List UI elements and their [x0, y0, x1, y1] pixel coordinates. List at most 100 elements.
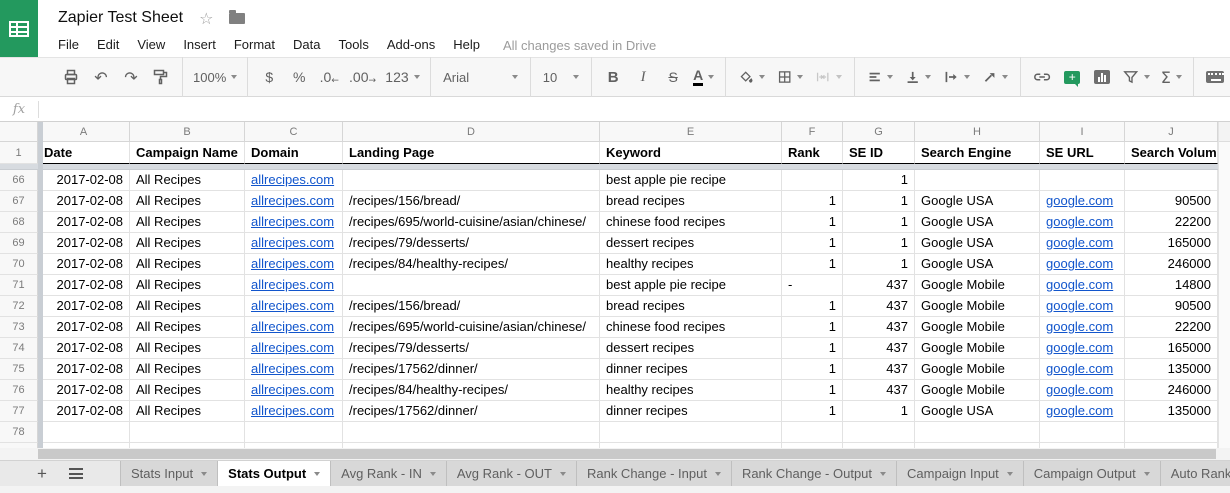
- increase-decimal-button[interactable]: .00→: [347, 64, 378, 90]
- cell-I67[interactable]: google.com: [1040, 191, 1125, 212]
- cell-C70[interactable]: allrecipes.com: [245, 254, 343, 275]
- row-header-75[interactable]: 75: [0, 359, 38, 380]
- cell-I71[interactable]: google.com: [1040, 275, 1125, 296]
- row-header-76[interactable]: 76: [0, 380, 38, 401]
- cell-I72[interactable]: google.com: [1040, 296, 1125, 317]
- cell-E75[interactable]: dinner recipes: [600, 359, 782, 380]
- cell-D68[interactable]: /recipes/695/world-cuisine/asian/chinese…: [343, 212, 600, 233]
- cell-D70[interactable]: /recipes/84/healthy-recipes/: [343, 254, 600, 275]
- cell-J74[interactable]: 165000: [1125, 338, 1218, 359]
- cell-E72[interactable]: bread recipes: [600, 296, 782, 317]
- chevron-down-icon[interactable]: [880, 472, 886, 476]
- cell-A68[interactable]: 2017-02-08: [38, 212, 130, 233]
- paint-format-button[interactable]: [149, 64, 173, 90]
- cell-link[interactable]: google.com: [1046, 256, 1113, 271]
- cell-F72[interactable]: 1: [782, 296, 843, 317]
- cell-F73[interactable]: 1: [782, 317, 843, 338]
- cell-J72[interactable]: 90500: [1125, 296, 1218, 317]
- cell-J75[interactable]: 135000: [1125, 359, 1218, 380]
- cell-H1[interactable]: Search Engine: [915, 142, 1040, 164]
- borders-button[interactable]: [774, 64, 806, 90]
- cell-C76[interactable]: allrecipes.com: [245, 380, 343, 401]
- cell-I1[interactable]: SE URL: [1040, 142, 1125, 164]
- cell-J71[interactable]: 14800: [1125, 275, 1218, 296]
- column-header-C[interactable]: C: [245, 122, 343, 142]
- cell-J66[interactable]: [1125, 170, 1218, 191]
- cell-H69[interactable]: Google USA: [915, 233, 1040, 254]
- cell-C66[interactable]: allrecipes.com: [245, 170, 343, 191]
- cell-link[interactable]: allrecipes.com: [251, 235, 334, 250]
- menu-format[interactable]: Format: [225, 37, 284, 52]
- row-header-72[interactable]: 72: [0, 296, 38, 317]
- column-header-G[interactable]: G: [843, 122, 915, 142]
- font-family-select[interactable]: Arial: [440, 64, 521, 90]
- cell-link[interactable]: allrecipes.com: [251, 256, 334, 271]
- cell-J68[interactable]: 22200: [1125, 212, 1218, 233]
- cell-B76[interactable]: All Recipes: [130, 380, 245, 401]
- cell-link[interactable]: allrecipes.com: [251, 193, 334, 208]
- cell-H67[interactable]: Google USA: [915, 191, 1040, 212]
- insert-link-button[interactable]: [1030, 64, 1054, 90]
- column-header-B[interactable]: B: [130, 122, 245, 142]
- cell-F71[interactable]: -: [782, 275, 843, 296]
- cell-H77[interactable]: Google USA: [915, 401, 1040, 422]
- cell-J78[interactable]: [1125, 422, 1218, 443]
- column-header-A[interactable]: A: [38, 122, 130, 142]
- cell-G67[interactable]: 1: [843, 191, 915, 212]
- row-header-66[interactable]: 66: [0, 170, 38, 191]
- cell-F78[interactable]: [782, 422, 843, 443]
- add-sheet-button[interactable]: +: [37, 465, 47, 482]
- cell-H74[interactable]: Google Mobile: [915, 338, 1040, 359]
- cell-B68[interactable]: All Recipes: [130, 212, 245, 233]
- cell-F1[interactable]: Rank: [782, 142, 843, 164]
- sheet-tab-auto-rank-change[interactable]: Auto Rank Change: [1161, 461, 1230, 486]
- chevron-down-icon[interactable]: [715, 472, 721, 476]
- cell-I73[interactable]: google.com: [1040, 317, 1125, 338]
- cell-B72[interactable]: All Recipes: [130, 296, 245, 317]
- cell-G66[interactable]: 1: [843, 170, 915, 191]
- cell-I74[interactable]: google.com: [1040, 338, 1125, 359]
- cell-G75[interactable]: 437: [843, 359, 915, 380]
- cell-D69[interactable]: /recipes/79/desserts/: [343, 233, 600, 254]
- cell-G71[interactable]: 437: [843, 275, 915, 296]
- cell-D73[interactable]: /recipes/695/world-cuisine/asian/chinese…: [343, 317, 600, 338]
- cell-F75[interactable]: 1: [782, 359, 843, 380]
- row-header-78[interactable]: 78: [0, 422, 38, 443]
- horizontal-scrollbar-thumb[interactable]: [38, 449, 1216, 459]
- cell-B70[interactable]: All Recipes: [130, 254, 245, 275]
- cell-link[interactable]: allrecipes.com: [251, 319, 334, 334]
- cell-C1[interactable]: Domain: [245, 142, 343, 164]
- cell-E77[interactable]: dinner recipes: [600, 401, 782, 422]
- column-header-F[interactable]: F: [782, 122, 843, 142]
- cell-G70[interactable]: 1: [843, 254, 915, 275]
- cell-G73[interactable]: 437: [843, 317, 915, 338]
- cell-link[interactable]: allrecipes.com: [251, 277, 334, 292]
- row-header-68[interactable]: 68: [0, 212, 38, 233]
- cell-link[interactable]: allrecipes.com: [251, 298, 334, 313]
- star-icon[interactable]: ☆: [199, 9, 213, 28]
- cell-H78[interactable]: [915, 422, 1040, 443]
- chevron-down-icon[interactable]: [1144, 472, 1150, 476]
- cell-F70[interactable]: 1: [782, 254, 843, 275]
- cell-E66[interactable]: best apple pie recipe: [600, 170, 782, 191]
- select-all-corner[interactable]: [0, 122, 38, 142]
- insert-chart-button[interactable]: [1090, 64, 1114, 90]
- cell-G72[interactable]: 437: [843, 296, 915, 317]
- number-format-button[interactable]: 123: [384, 64, 421, 90]
- cell-I76[interactable]: google.com: [1040, 380, 1125, 401]
- cell-I78[interactable]: [1040, 422, 1125, 443]
- cell-H73[interactable]: Google Mobile: [915, 317, 1040, 338]
- cell-J73[interactable]: 22200: [1125, 317, 1218, 338]
- cell-C71[interactable]: allrecipes.com: [245, 275, 343, 296]
- column-header-E[interactable]: E: [600, 122, 782, 142]
- merge-cells-button[interactable]: [812, 64, 844, 90]
- italic-button[interactable]: I: [631, 64, 655, 90]
- cell-B1[interactable]: Campaign Name: [130, 142, 245, 164]
- cell-link[interactable]: google.com: [1046, 361, 1113, 376]
- cell-I77[interactable]: google.com: [1040, 401, 1125, 422]
- cell-B69[interactable]: All Recipes: [130, 233, 245, 254]
- all-sheets-menu-icon[interactable]: [69, 468, 83, 479]
- cell-J1[interactable]: Search Volume: [1125, 142, 1218, 164]
- menu-add-ons[interactable]: Add-ons: [378, 37, 444, 52]
- row-header-67[interactable]: 67: [0, 191, 38, 212]
